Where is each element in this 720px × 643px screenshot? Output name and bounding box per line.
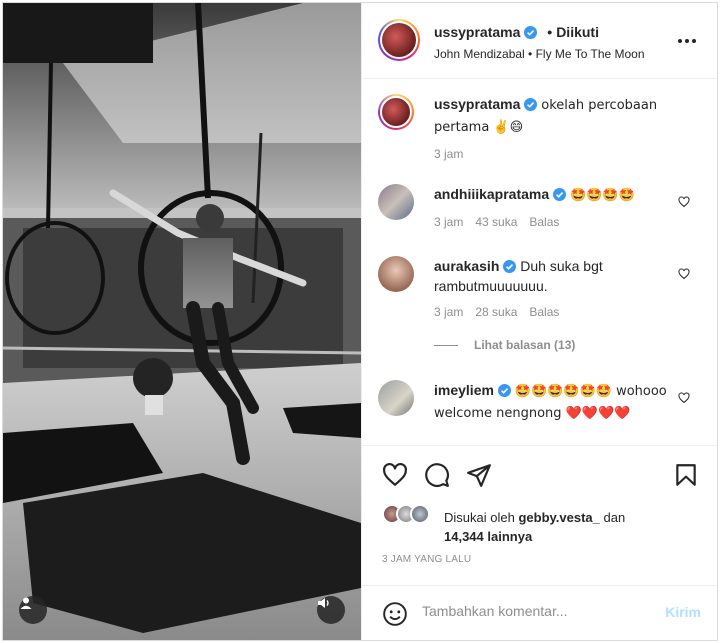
verified-badge-icon — [524, 26, 538, 39]
likes-count[interactable]: 14,344 lainnya — [444, 529, 532, 544]
comments-list: ussypratama okelah percobaan pertama ✌️😄… — [362, 80, 717, 445]
heart-icon[interactable] — [382, 462, 408, 488]
bookmark-icon[interactable] — [673, 462, 699, 488]
post-video[interactable] — [3, 3, 361, 640]
verified-badge-icon — [553, 188, 567, 201]
avatar[interactable] — [378, 94, 414, 130]
post-timestamp[interactable]: 3 JAM YANG LALU — [382, 554, 471, 565]
user-tag-icon — [20, 597, 32, 609]
post-details-panel: ussypratama • Diikuti John Mendizabal • F… — [361, 3, 717, 640]
comment-like-icon[interactable] — [678, 392, 690, 404]
author-avatar[interactable] — [378, 19, 420, 61]
comment-username[interactable]: andhiiikapratama — [434, 186, 549, 202]
share-icon[interactable] — [466, 462, 492, 488]
post-actions: Disukai oleh gebby.vesta_ dan 14,344 lai… — [362, 445, 717, 585]
avatar[interactable] — [378, 184, 414, 220]
comment-likes[interactable]: 28 suka — [475, 305, 517, 319]
user-tag-button[interactable] — [19, 596, 47, 624]
reply-button[interactable]: Balas — [529, 305, 559, 319]
liked-by-user[interactable]: gebby.vesta_ — [518, 510, 599, 525]
caption-username[interactable]: ussypratama — [434, 96, 520, 112]
comment-icon[interactable] — [424, 462, 450, 488]
comment-text: 🤩🤩🤩🤩 — [570, 188, 635, 203]
more-options-icon[interactable] — [677, 35, 697, 47]
comment-likes[interactable]: 43 suka — [475, 215, 517, 229]
comment-username[interactable]: imeyliem — [434, 382, 494, 398]
likes-prefix: Disukai oleh — [444, 510, 515, 525]
comment-username[interactable]: aurakasih — [434, 258, 499, 274]
avatar[interactable] — [378, 256, 414, 292]
likes-summary: Disukai oleh gebby.vesta_ dan 14,344 lai… — [444, 508, 704, 546]
view-replies-button[interactable]: Lihat balasan (13) — [434, 338, 575, 352]
comment-time: 3 jam — [434, 305, 464, 319]
view-replies-label: Lihat balasan (13) — [474, 338, 576, 352]
following-status[interactable]: Diikuti — [556, 24, 599, 40]
post-header: ussypratama • Diikuti John Mendizabal • F… — [362, 3, 717, 79]
video-frame — [3, 3, 361, 640]
instagram-post-modal: ussypratama • Diikuti John Mendizabal • F… — [2, 2, 718, 641]
verified-badge-icon — [497, 384, 511, 397]
audio-track[interactable]: John Mendizabal • Fly Me To The Moon — [434, 47, 645, 61]
author-username[interactable]: ussypratama — [434, 24, 520, 40]
comment-input[interactable] — [422, 603, 642, 619]
emoji-icon[interactable] — [382, 601, 408, 627]
avatar[interactable] — [378, 380, 414, 416]
comment-like-icon[interactable] — [678, 268, 690, 280]
author-line: ussypratama • Diikuti — [434, 24, 599, 40]
comment-composer: Kirim — [362, 585, 717, 640]
liked-by-avatars[interactable] — [382, 504, 430, 524]
sound-toggle-button[interactable] — [317, 596, 345, 624]
comment-like-icon[interactable] — [678, 196, 690, 208]
likes-connector: dan — [603, 510, 626, 525]
reply-button[interactable]: Balas — [529, 215, 559, 229]
verified-badge-icon — [524, 98, 538, 111]
verified-badge-icon — [503, 260, 517, 273]
post-comment-button[interactable]: Kirim — [665, 604, 701, 620]
comment-time: 3 jam — [434, 215, 464, 229]
follow-separator: • — [547, 24, 553, 40]
caption-time: 3 jam — [434, 147, 464, 161]
volume-icon — [318, 598, 329, 608]
